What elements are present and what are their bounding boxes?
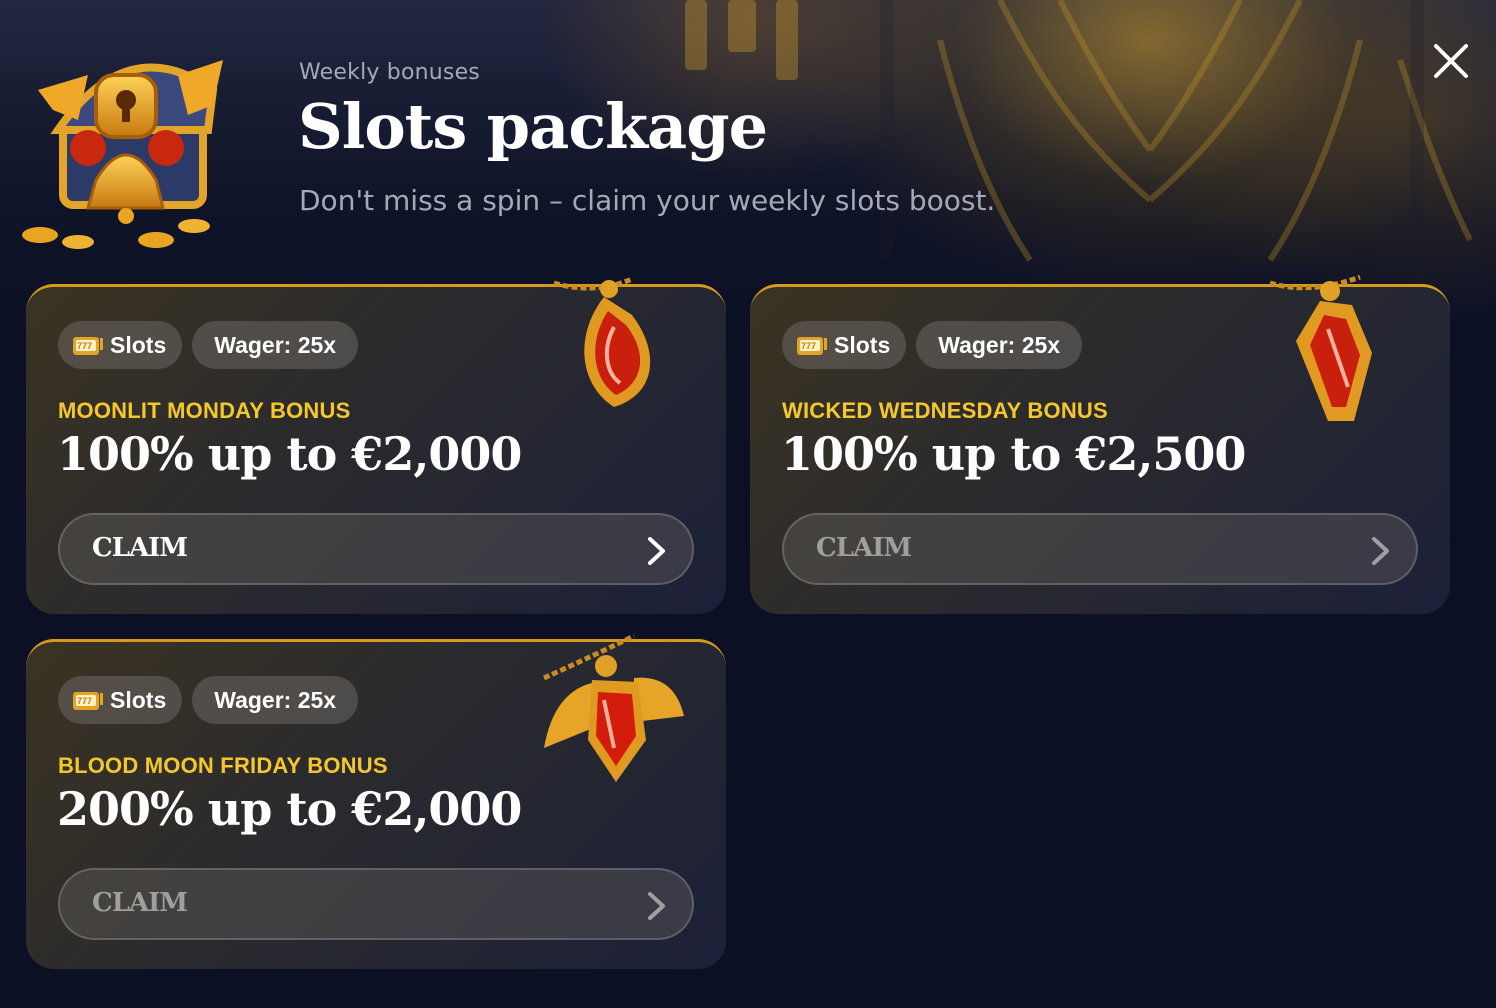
bonus-name: BLOOD MOON FRIDAY BONUS xyxy=(58,753,388,778)
bonus-name: WICKED WEDNESDAY BONUS xyxy=(782,398,1108,423)
claim-button-label: CLAIM xyxy=(816,533,912,563)
tag-row: 777 Slots Wager: 25x xyxy=(58,676,359,724)
bonus-modal: Weekly bonuses Slots package Don't miss … xyxy=(0,0,1496,1008)
coffin-pendant-icon xyxy=(1269,275,1372,421)
bonus-amount: 100% up to €2,000 xyxy=(57,427,522,481)
claim-button[interactable]: CLAIM xyxy=(58,868,694,940)
treasure-chest-icon xyxy=(22,60,223,249)
eyebrow-label: Weekly bonuses xyxy=(299,60,480,85)
bat-wing-pendant-icon xyxy=(542,633,684,782)
category-tag: 777 Slots xyxy=(782,321,907,369)
tag-row: 777 Slots Wager: 25x xyxy=(782,321,1083,369)
chevron-right-icon xyxy=(648,892,665,920)
svg-text:777: 777 xyxy=(77,341,92,351)
tag-row: 777 Slots Wager: 25x xyxy=(58,321,359,369)
bonus-name: MOONLIT MONDAY BONUS xyxy=(58,398,351,423)
svg-text:777: 777 xyxy=(801,341,816,351)
close-icon[interactable] xyxy=(1428,38,1474,84)
category-tag-label: Slots xyxy=(110,686,167,713)
bonus-card-wicked-wednesday: 777 Slots Wager: 25x WICKED WEDNESDAY BO… xyxy=(750,275,1450,614)
page-title: Slots package xyxy=(298,90,768,163)
claim-button[interactable]: CLAIM xyxy=(782,513,1418,585)
wager-tag: Wager: 25x xyxy=(916,321,1083,369)
category-tag: 777 Slots xyxy=(58,321,183,369)
bonus-card-moonlit-monday: 777 Slots Wager: 25x MOONLIT MONDAY BONU… xyxy=(26,276,726,614)
category-tag: 777 Slots xyxy=(58,676,183,724)
claim-button-label: CLAIM xyxy=(92,533,188,563)
slot-machine-icon: 777 xyxy=(73,692,103,710)
wager-tag: Wager: 25x xyxy=(192,321,359,369)
bonus-amount: 200% up to €2,000 xyxy=(57,782,522,836)
bonus-amount: 100% up to €2,500 xyxy=(781,427,1246,481)
category-tag-label: Slots xyxy=(110,331,167,358)
claim-button-label: CLAIM xyxy=(92,888,188,918)
bonus-card-blood-moon-friday: 777 Slots Wager: 25x BLOOD MOON FRIDAY B… xyxy=(26,633,726,969)
page-subtitle: Don't miss a spin – claim your weekly sl… xyxy=(299,184,996,217)
chevron-right-icon xyxy=(648,537,665,565)
category-tag-label: Slots xyxy=(834,331,891,358)
svg-text:777: 777 xyxy=(77,696,92,706)
drop-pendant-icon xyxy=(554,276,651,407)
wager-tag: Wager: 25x xyxy=(192,676,359,724)
slot-machine-icon: 777 xyxy=(797,337,827,355)
claim-button[interactable]: CLAIM xyxy=(58,513,694,585)
chevron-right-icon xyxy=(1372,537,1389,565)
slot-machine-icon: 777 xyxy=(73,337,103,355)
